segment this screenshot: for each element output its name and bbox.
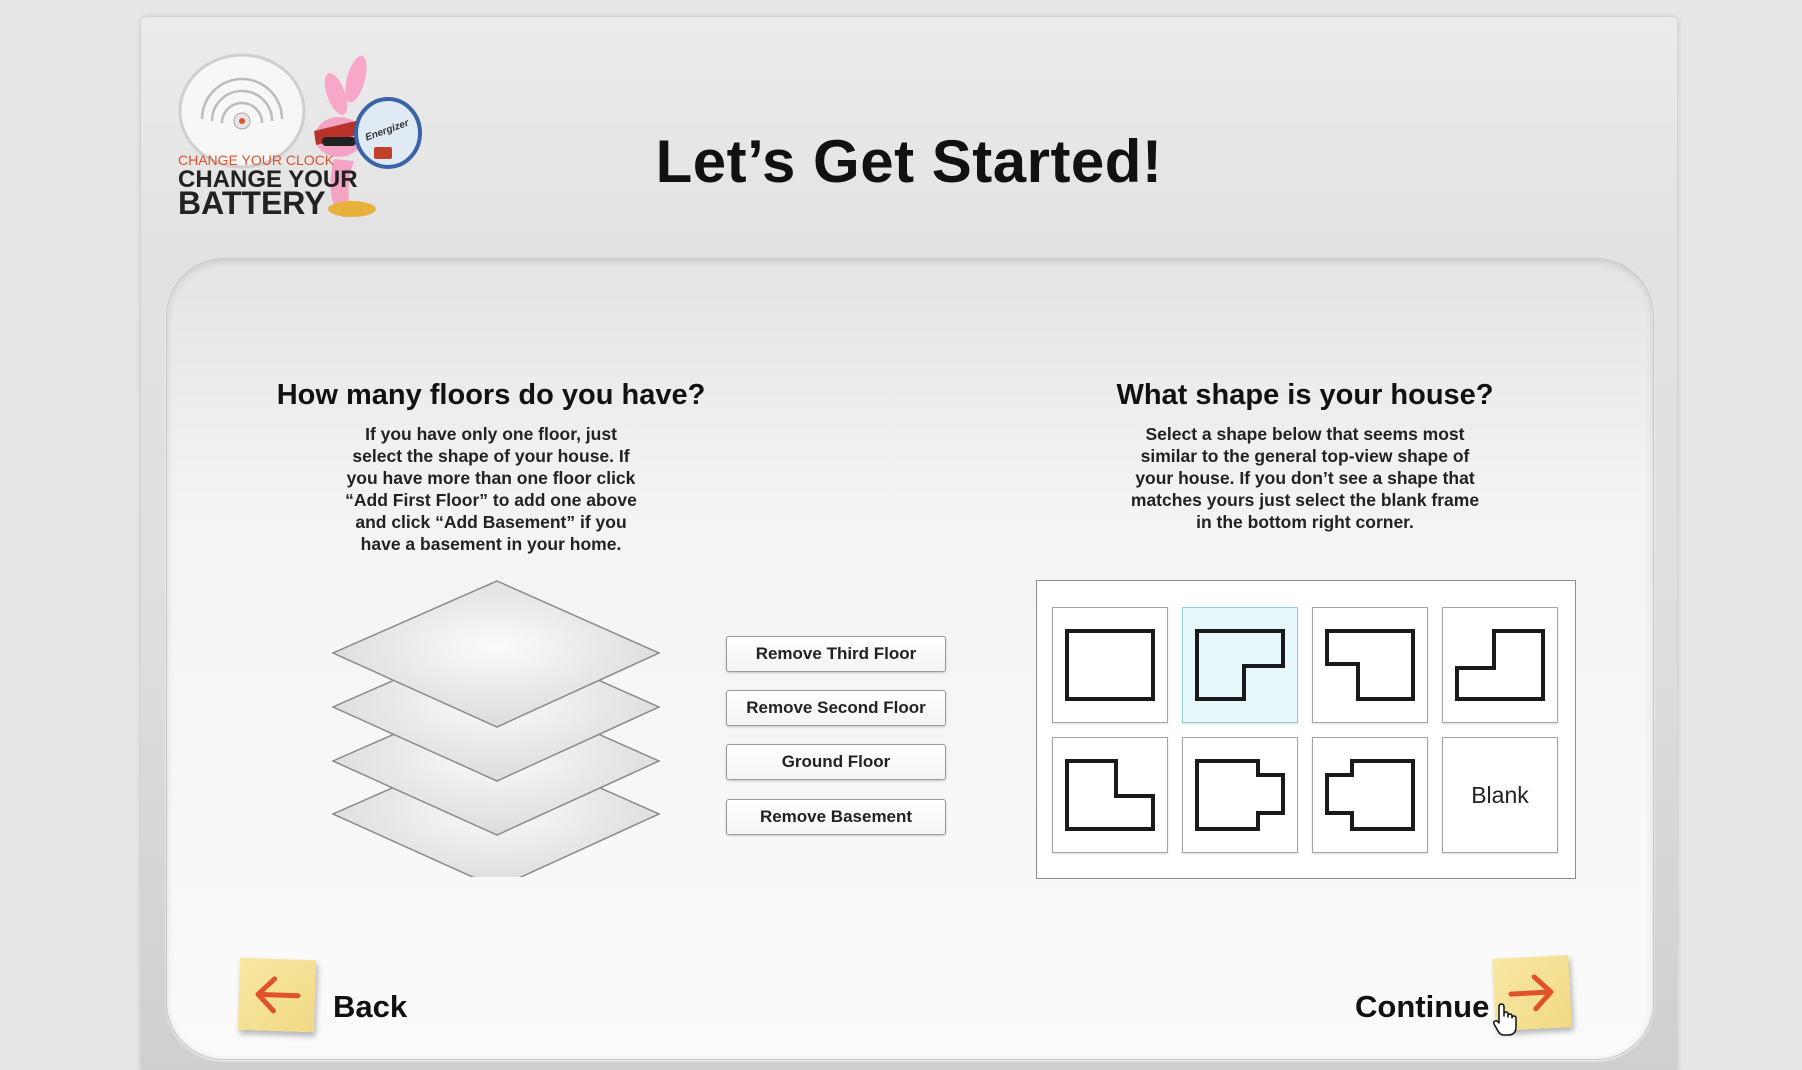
blank-label: Blank: [1471, 781, 1529, 808]
floors-description: If you have only one floor, just select …: [345, 424, 637, 554]
notch-top-right-shape-icon: [1065, 759, 1155, 831]
floor-stack-diagram: [331, 580, 661, 877]
shape-option-rectangle[interactable]: [1052, 607, 1168, 723]
shapes-description: Select a shape below that seems most sim…: [1130, 424, 1480, 532]
notch-top-left-shape-icon: [1455, 629, 1545, 701]
rectangle-shape-icon: [1065, 629, 1155, 701]
shape-option-blank[interactable]: Blank: [1442, 737, 1558, 853]
bump-right-shape-icon: [1195, 759, 1285, 831]
bump-left-shape-icon: [1325, 759, 1415, 831]
hand-cursor-icon: [1492, 1003, 1517, 1036]
floors-title: How many floors do you have?: [276, 379, 706, 411]
shape-picker: Blank: [1036, 580, 1576, 879]
shape-option-bump-right[interactable]: [1182, 737, 1298, 853]
arrow-left-icon: [255, 976, 301, 1014]
remove-second-floor-button[interactable]: Remove Second Floor: [726, 690, 946, 726]
continue-label[interactable]: Continue: [1355, 989, 1489, 1025]
content-panel: How many floors do you have? If you have…: [166, 258, 1654, 1060]
app-window: Energizer CHANGE YOUR CLOCK CHANGE YOUR …: [141, 17, 1677, 1070]
remove-third-floor-button[interactable]: Remove Third Floor: [726, 636, 946, 672]
shape-option-bump-left[interactable]: [1312, 737, 1428, 853]
notch-bottom-right-shape-icon: [1195, 629, 1285, 701]
notch-bottom-left-shape-icon: [1325, 629, 1415, 701]
ground-floor-button[interactable]: Ground Floor: [726, 744, 946, 780]
back-button[interactable]: [237, 957, 317, 1033]
shape-option-notch-bottom-right[interactable]: [1182, 607, 1298, 723]
shapes-title: What shape is your house?: [1116, 379, 1494, 411]
shape-option-notch-bottom-left[interactable]: [1312, 607, 1428, 723]
shape-option-notch-top-right[interactable]: [1052, 737, 1168, 853]
shape-option-notch-top-left[interactable]: [1442, 607, 1558, 723]
remove-basement-button[interactable]: Remove Basement: [726, 799, 946, 835]
back-label[interactable]: Back: [333, 989, 407, 1025]
page-title: Let’s Get Started!: [655, 128, 1163, 195]
